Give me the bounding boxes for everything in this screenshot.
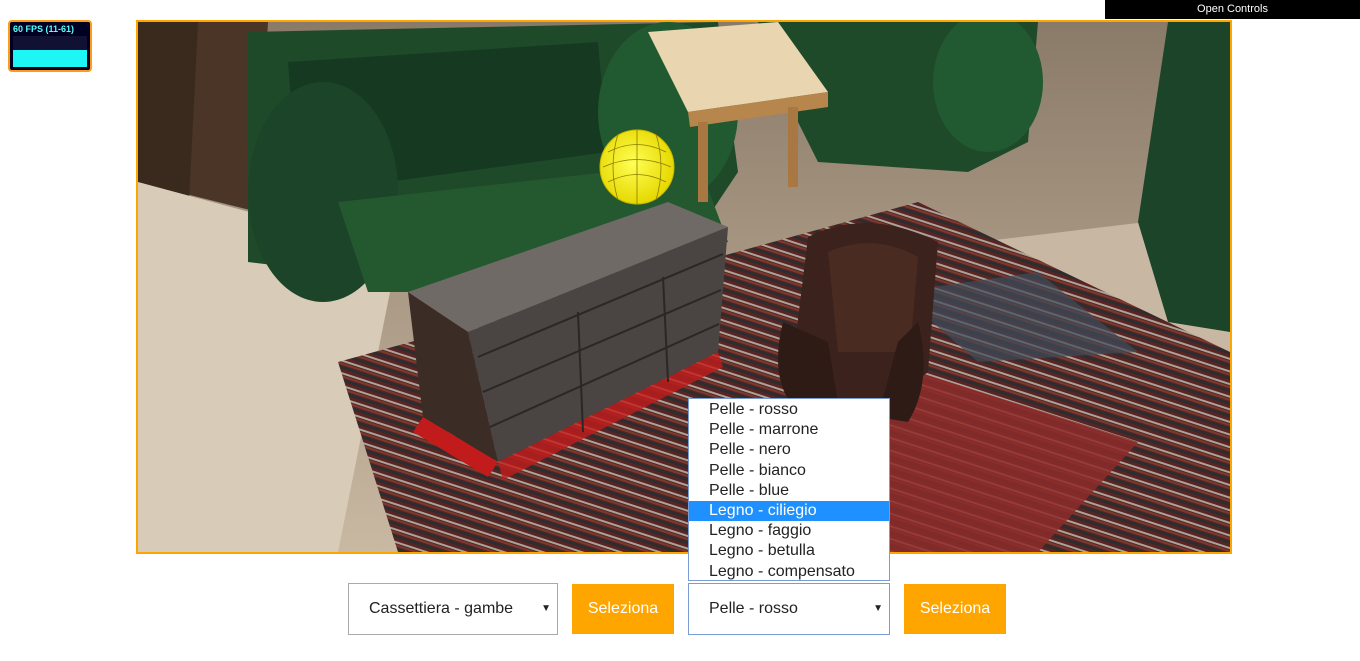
- dropdown-option[interactable]: Legno - faggio: [689, 521, 889, 541]
- furniture-select-value: Cassettiera - gambe: [369, 600, 514, 617]
- material-dropdown-list[interactable]: Pelle - rosso Pelle - marrone Pelle - ne…: [688, 398, 890, 581]
- dropdown-option-highlighted[interactable]: Legno - ciliegio: [689, 500, 889, 522]
- open-controls-button[interactable]: Open Controls: [1105, 0, 1360, 19]
- dropdown-option[interactable]: Pelle - rosso: [689, 400, 889, 420]
- fps-graph-background: [13, 36, 87, 50]
- fps-graph: [13, 50, 87, 67]
- fps-stats-panel[interactable]: 60 FPS (11-61): [8, 20, 92, 72]
- 3d-viewport[interactable]: [136, 20, 1232, 554]
- chevron-down-icon: ▼: [873, 603, 883, 614]
- fps-label: 60 FPS (11-61): [13, 24, 75, 34]
- material-select-value: Pelle - rosso: [709, 600, 798, 617]
- dropdown-option[interactable]: Pelle - bianco: [689, 461, 889, 481]
- material-select[interactable]: Pelle - rosso ▼: [688, 583, 890, 635]
- dropdown-option[interactable]: Pelle - nero: [689, 440, 889, 460]
- light-gizmo: [599, 129, 675, 205]
- dropdown-option[interactable]: Legno - compensato: [689, 562, 889, 582]
- select-material-button[interactable]: Seleziona: [904, 584, 1006, 634]
- furniture-select[interactable]: Cassettiera - gambe ▼: [348, 583, 558, 635]
- dropdown-option[interactable]: Pelle - marrone: [689, 420, 889, 440]
- select-furniture-button[interactable]: Seleziona: [572, 584, 674, 634]
- scene-canvas: [138, 22, 1230, 552]
- dropdown-option[interactable]: Pelle - blue: [689, 481, 889, 501]
- chevron-down-icon: ▼: [541, 603, 551, 614]
- dropdown-option[interactable]: Legno - betulla: [689, 541, 889, 561]
